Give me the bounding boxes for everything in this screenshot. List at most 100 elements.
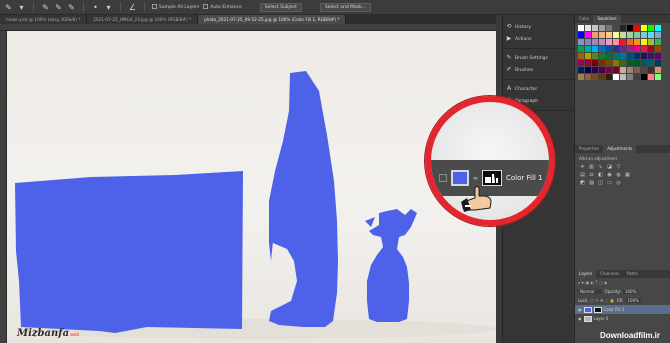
eye-icon[interactable]: ◉ (578, 316, 582, 321)
channel-mixer-icon[interactable]: ◍ (615, 172, 622, 178)
color-swatch[interactable] (619, 25, 627, 32)
color-swatch[interactable] (578, 59, 585, 67)
color-swatch[interactable] (591, 45, 599, 53)
color-swatch[interactable] (591, 25, 599, 32)
color-swatch[interactable] (605, 73, 613, 81)
brush-size-icon[interactable]: • (91, 3, 100, 12)
tab-layers[interactable]: Layers (575, 270, 597, 278)
color-swatch[interactable] (605, 38, 613, 46)
color-swatch[interactable] (647, 59, 655, 67)
black-white-icon[interactable]: ◧ (597, 172, 604, 178)
color-swatch[interactable] (591, 38, 599, 46)
color-swatch[interactable] (584, 59, 592, 67)
color-swatch[interactable] (619, 31, 627, 39)
color-swatch[interactable] (578, 73, 585, 81)
color-swatch[interactable] (584, 73, 592, 81)
color-swatch[interactable] (626, 25, 634, 32)
angle-icon[interactable]: ∠ (128, 3, 137, 12)
layer-0[interactable]: ◉ Layer 0 (575, 314, 670, 323)
color-swatch[interactable] (647, 45, 655, 53)
color-swatch[interactable] (626, 52, 634, 60)
subtract-selection-icon[interactable]: ✎ (67, 3, 76, 12)
color-swatch[interactable] (612, 31, 620, 39)
color-swatch[interactable] (633, 25, 641, 32)
tool-preset-chevron-icon[interactable]: ▾ (17, 3, 26, 12)
color-swatch[interactable] (640, 73, 648, 81)
exposure-icon[interactable]: ◪ (606, 164, 613, 170)
tab-color[interactable]: Color (575, 15, 593, 23)
fill-value[interactable]: 100% (625, 298, 641, 303)
sample-all-layers-checkbox[interactable]: Sample All Layers (152, 4, 199, 10)
color-swatch[interactable] (578, 38, 585, 46)
color-swatch[interactable] (640, 52, 648, 60)
color-swatch[interactable] (633, 31, 641, 39)
auto-enhance-checkbox[interactable]: Auto-Enhance (203, 4, 242, 10)
color-swatch[interactable] (612, 59, 620, 67)
document-tab-active[interactable]: photo_2021-07-25_09-52-25.jpg @ 100% (Co… (198, 15, 347, 24)
levels-icon[interactable]: ▥ (588, 164, 595, 170)
color-swatch[interactable] (605, 59, 613, 67)
color-swatch[interactable] (647, 66, 655, 74)
tab-channels[interactable]: Channels (596, 270, 623, 278)
tab-swatches[interactable]: Swatches (593, 15, 621, 23)
color-swatch[interactable] (591, 73, 599, 81)
dock-actions[interactable]: ▶ Actions (503, 33, 574, 45)
color-swatch[interactable] (619, 38, 627, 46)
color-swatch[interactable] (626, 38, 634, 46)
invert-icon[interactable]: ◩ (579, 180, 586, 186)
color-swatch[interactable] (647, 31, 655, 39)
opacity-value[interactable]: 100% (622, 289, 639, 294)
threshold-icon[interactable]: ◫ (597, 180, 604, 186)
color-swatch[interactable] (591, 52, 599, 60)
color-swatch[interactable] (598, 45, 606, 53)
layer-color-fill-1[interactable]: ◉ Color Fill 1 (575, 305, 670, 314)
color-swatch[interactable] (654, 45, 662, 53)
color-swatch[interactable] (612, 45, 620, 53)
document-canvas[interactable]: Mizbanfanet (7, 31, 496, 343)
color-swatch[interactable] (654, 25, 662, 32)
color-swatch[interactable] (654, 59, 662, 67)
curves-icon[interactable]: ∿ (597, 164, 604, 170)
color-swatch[interactable] (640, 45, 648, 53)
select-subject-button[interactable]: Select Subject (259, 2, 302, 12)
color-swatch[interactable] (598, 52, 606, 60)
color-swatch[interactable] (598, 66, 606, 74)
color-swatch[interactable] (654, 52, 662, 60)
color-swatch[interactable] (654, 31, 662, 39)
color-swatch[interactable] (584, 45, 592, 53)
color-swatch[interactable] (605, 66, 613, 74)
dock-history[interactable]: ⟲ History (503, 21, 574, 33)
blend-mode-select[interactable]: Normal (578, 289, 603, 294)
color-swatch[interactable] (584, 31, 592, 39)
color-swatch[interactable] (647, 52, 655, 60)
hue-saturation-icon[interactable]: ▤ (579, 172, 586, 178)
color-swatch[interactable] (619, 66, 627, 74)
color-swatch[interactable] (640, 38, 648, 46)
document-tab-2[interactable]: 2021-07-25_HMG4_23.jpg @ 100% (RGB/8#) * (87, 15, 199, 24)
lock-icons[interactable]: ▢ ✎ ✥ ⬚ 🔒 (590, 298, 614, 303)
color-swatch[interactable] (619, 52, 627, 60)
color-swatch[interactable] (598, 73, 606, 81)
color-swatch[interactable] (612, 52, 620, 60)
brush-chevron-icon[interactable]: ▾ (104, 3, 113, 12)
color-swatch[interactable] (619, 59, 627, 67)
color-swatch[interactable] (584, 66, 592, 74)
color-swatch[interactable] (605, 25, 613, 32)
dock-brush-settings[interactable]: ✎ Brush Settings (503, 52, 574, 64)
color-swatch[interactable] (605, 31, 613, 39)
color-swatch[interactable] (654, 38, 662, 46)
color-swatch[interactable] (598, 25, 606, 32)
selective-color-icon[interactable]: ◎ (615, 180, 622, 186)
color-swatch[interactable] (612, 73, 620, 81)
gradient-map-icon[interactable]: ▭ (606, 180, 613, 186)
color-swatch[interactable] (640, 25, 648, 32)
color-swatch[interactable] (626, 31, 634, 39)
color-lookup-icon[interactable]: ▦ (624, 172, 631, 178)
color-swatch[interactable] (654, 66, 662, 74)
color-swatch[interactable] (612, 25, 620, 32)
color-swatch[interactable] (578, 31, 585, 39)
tab-adjustments[interactable]: Adjustments (603, 145, 637, 153)
color-swatch[interactable] (647, 73, 655, 81)
color-swatch[interactable] (578, 66, 585, 74)
color-swatch[interactable] (578, 45, 585, 53)
